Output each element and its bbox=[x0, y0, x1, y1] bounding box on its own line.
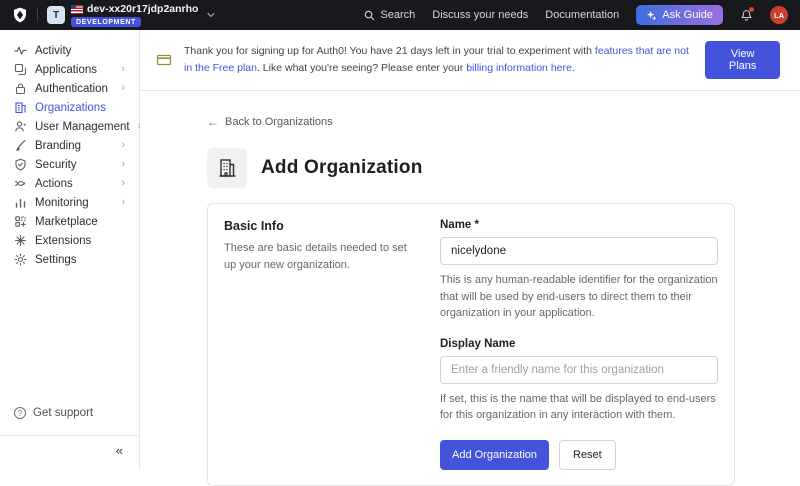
sidebar-item-activity[interactable]: Activity bbox=[0, 41, 139, 60]
chevron-right-icon: › bbox=[121, 178, 125, 189]
lock-icon bbox=[14, 82, 27, 95]
section-title: Basic Info bbox=[224, 219, 416, 233]
extensions-icon bbox=[14, 234, 27, 247]
sidebar-item-security[interactable]: Security › bbox=[0, 155, 139, 174]
sidebar-item-monitoring[interactable]: Monitoring › bbox=[0, 193, 139, 212]
chevron-right-icon: › bbox=[121, 197, 125, 208]
organization-icon bbox=[207, 148, 247, 188]
us-flag-icon bbox=[71, 5, 83, 14]
topbar-divider bbox=[37, 8, 38, 22]
main-area: Thank you for signing up for Auth0! You … bbox=[140, 30, 800, 470]
tenant-avatar: T bbox=[47, 6, 65, 24]
get-support-link[interactable]: ? Get support bbox=[0, 403, 139, 423]
discuss-your-needs-link[interactable]: Discuss your needs bbox=[432, 9, 528, 21]
applications-icon bbox=[14, 63, 27, 76]
name-help-text: This is any human-readable identifier fo… bbox=[440, 272, 718, 322]
shield-check-icon bbox=[14, 158, 27, 171]
reset-button[interactable]: Reset bbox=[559, 440, 616, 470]
activity-icon bbox=[14, 44, 27, 57]
building-icon bbox=[14, 101, 27, 114]
add-organization-button[interactable]: Add Organization bbox=[440, 440, 549, 470]
chevron-right-icon: › bbox=[121, 83, 125, 94]
display-name-input[interactable] bbox=[440, 356, 718, 384]
page-title: Add Organization bbox=[261, 157, 423, 179]
chevron-down-icon bbox=[206, 10, 216, 20]
search-label: Search bbox=[380, 9, 415, 21]
flow-icon bbox=[14, 177, 27, 190]
bar-chart-icon bbox=[14, 196, 27, 209]
name-label: Name * bbox=[440, 219, 718, 231]
sidebar-item-branding[interactable]: Branding › bbox=[0, 136, 139, 155]
sidebar-item-applications[interactable]: Applications › bbox=[0, 60, 139, 79]
sidebar-item-extensions[interactable]: Extensions bbox=[0, 231, 139, 250]
help-icon: ? bbox=[14, 407, 26, 419]
name-input[interactable] bbox=[440, 237, 718, 265]
back-to-organizations-link[interactable]: ← Back to Organizations bbox=[207, 115, 333, 129]
notifications-button[interactable] bbox=[740, 9, 753, 22]
section-description: These are basic details needed to set up… bbox=[224, 240, 416, 273]
user-avatar[interactable]: LA bbox=[770, 6, 788, 24]
ask-guide-label: Ask Guide bbox=[662, 9, 713, 21]
search-icon bbox=[364, 10, 375, 21]
billing-information-link[interactable]: billing information here bbox=[466, 62, 572, 74]
display-name-label: Display Name bbox=[440, 338, 718, 350]
basic-info-card: Basic Info These are basic details neede… bbox=[207, 203, 735, 486]
display-name-help-text: If set, this is the name that will be di… bbox=[440, 391, 718, 424]
environment-badge: DEVELOPMENT bbox=[71, 17, 141, 27]
paintbrush-icon bbox=[14, 139, 27, 152]
user-icon bbox=[14, 120, 27, 133]
ask-guide-button[interactable]: Ask Guide bbox=[636, 5, 723, 25]
marketplace-icon bbox=[14, 215, 27, 228]
tenant-name: dev-xx20r17jdp2anrho bbox=[87, 3, 198, 15]
credit-card-icon bbox=[156, 52, 172, 68]
back-link-label: Back to Organizations bbox=[225, 116, 333, 128]
trial-banner-text: Thank you for signing up for Auth0! You … bbox=[184, 43, 693, 77]
get-support-label: Get support bbox=[33, 407, 93, 419]
view-plans-button[interactable]: View Plans bbox=[705, 41, 780, 79]
search-button[interactable]: Search bbox=[364, 9, 415, 21]
back-arrow-icon: ← bbox=[207, 115, 219, 129]
gear-icon bbox=[14, 253, 27, 266]
sparkle-icon bbox=[646, 10, 657, 21]
chevron-right-icon: › bbox=[121, 64, 125, 75]
chevron-right-icon: › bbox=[121, 159, 125, 170]
documentation-link[interactable]: Documentation bbox=[545, 9, 619, 21]
sidebar-item-settings[interactable]: Settings bbox=[0, 250, 139, 269]
sidebar-item-actions[interactable]: Actions › bbox=[0, 174, 139, 193]
sidebar: Activity Applications › Authentication ›… bbox=[0, 30, 140, 470]
sidebar-item-user-management[interactable]: User Management › bbox=[0, 117, 139, 136]
sidebar-item-marketplace[interactable]: Marketplace bbox=[0, 212, 139, 231]
tenant-switcher[interactable]: T dev-xx20r17jdp2anrho DEVELOPMENT bbox=[47, 3, 216, 27]
sidebar-item-organizations[interactable]: Organizations bbox=[0, 98, 139, 117]
chevron-right-icon: › bbox=[121, 140, 125, 151]
trial-banner: Thank you for signing up for Auth0! You … bbox=[140, 30, 800, 91]
sidebar-item-authentication[interactable]: Authentication › bbox=[0, 79, 139, 98]
notification-dot bbox=[749, 7, 754, 12]
auth0-shield-logo bbox=[12, 7, 28, 23]
collapse-sidebar-button[interactable]: « bbox=[116, 443, 123, 458]
topbar: T dev-xx20r17jdp2anrho DEVELOPMENT Searc… bbox=[0, 0, 800, 30]
